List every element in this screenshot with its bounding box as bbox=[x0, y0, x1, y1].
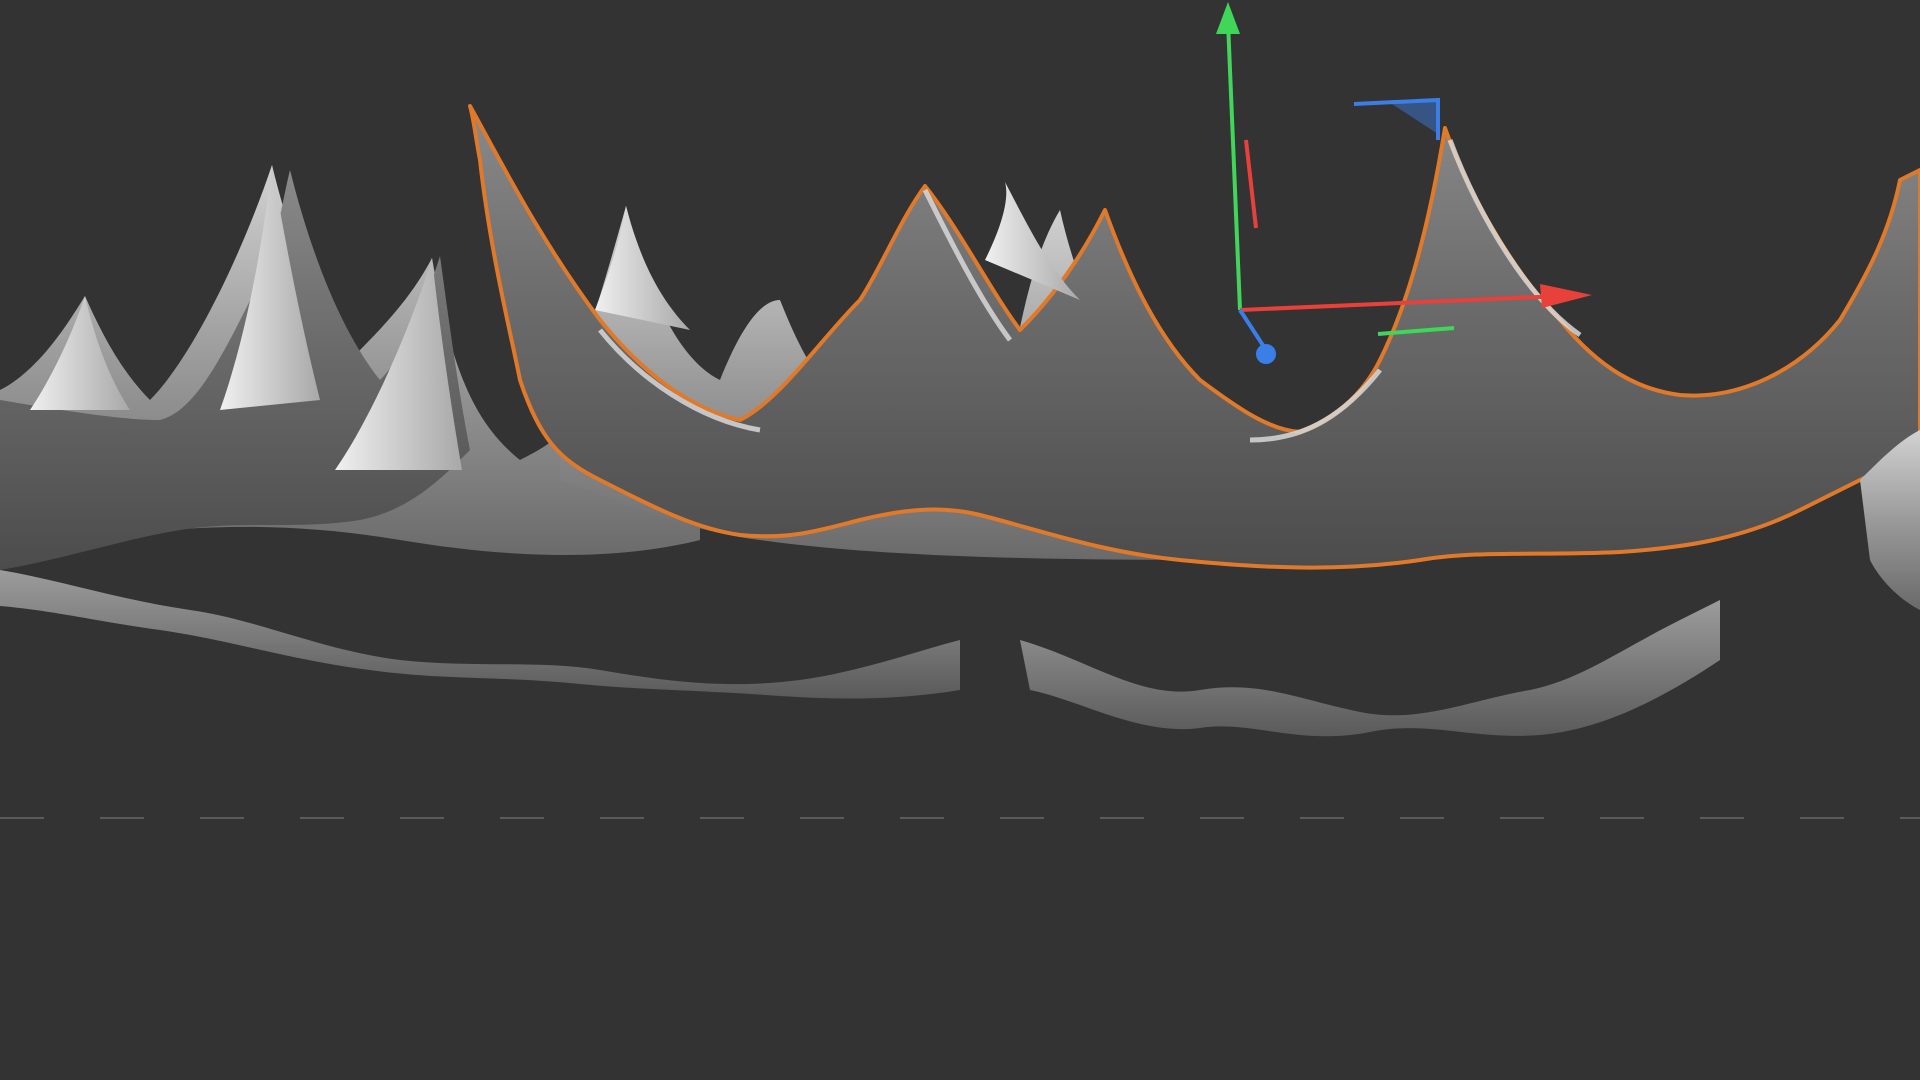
viewport-canvas[interactable] bbox=[0, 0, 1920, 1080]
gizmo-y-arrow-icon[interactable] bbox=[1216, 2, 1240, 34]
gizmo-z-plane-fill bbox=[1392, 100, 1438, 134]
gizmo-rotation-indicator[interactable] bbox=[1244, 139, 1258, 229]
gizmo-y-axis[interactable] bbox=[1226, 21, 1242, 311]
gizmo-z-handle-icon[interactable] bbox=[1256, 344, 1276, 364]
gizmo-z-axis[interactable] bbox=[1238, 308, 1268, 352]
cloth-surface-selected[interactable] bbox=[468, 104, 1920, 570]
gizmo-x-arrow-icon[interactable] bbox=[1540, 284, 1592, 308]
cloth-layer-low-left bbox=[0, 570, 960, 699]
cloth-layer-low-right bbox=[1020, 600, 1720, 737]
3d-viewport[interactable] bbox=[0, 0, 1920, 1080]
